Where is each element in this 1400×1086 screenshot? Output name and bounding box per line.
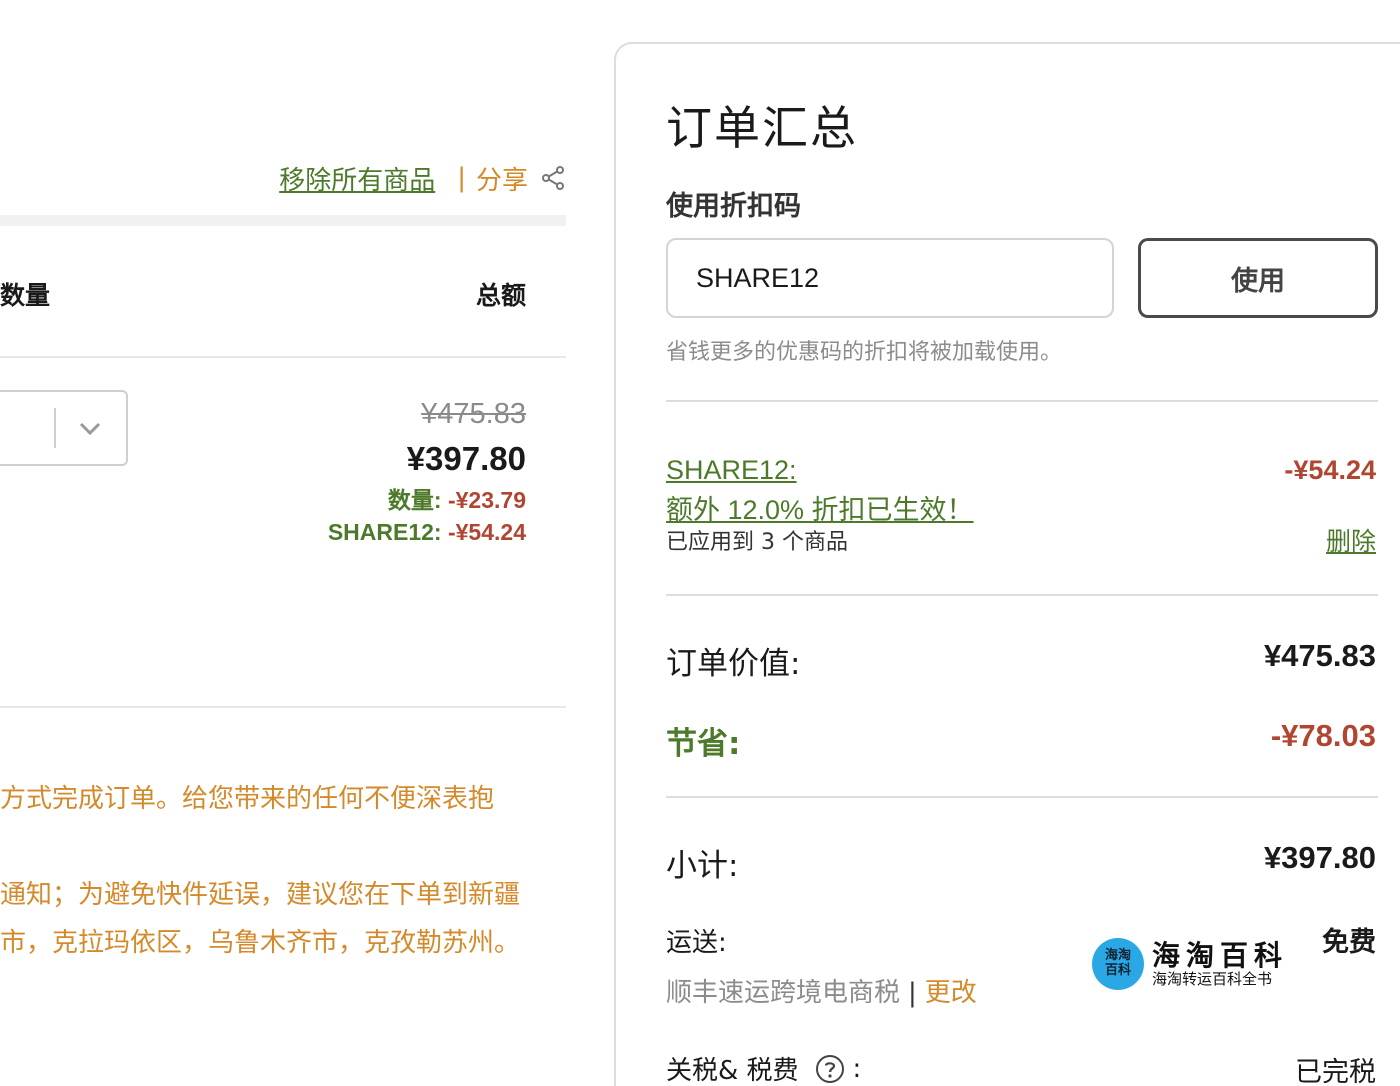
applied-code-desc: 额外 12.0% 折扣已生效！ <box>666 495 974 525</box>
current-price: ¥397.80 <box>406 440 526 477</box>
apply-coupon-button[interactable]: 使用 <box>1138 238 1378 318</box>
coupon-input[interactable] <box>666 238 1114 318</box>
shipping-method: 顺丰速运跨境电商税 | 更改 <box>666 972 977 1009</box>
coupon-label: 使用折扣码 <box>666 191 801 222</box>
applied-code-amount: -¥54.24 <box>1284 455 1376 485</box>
remove-all-link[interactable]: 移除所有商品 <box>279 160 435 197</box>
summary-divider <box>666 594 1378 596</box>
shipping-method-name: 顺丰速运跨境电商税 <box>666 978 901 1008</box>
tax-colon: : <box>852 1053 862 1084</box>
order-value: ¥475.83 <box>1263 638 1376 673</box>
table-divider <box>0 356 566 358</box>
quantity-discount: 数量: -¥23.79 <box>328 484 526 516</box>
subtotal-label: 小计: <box>666 848 739 884</box>
watermark-subtitle: 海淘转运百科全书 <box>1152 970 1273 988</box>
column-header-quantity: 数量 <box>0 281 51 310</box>
share-link[interactable]: 分享 <box>476 160 528 197</box>
tax-value: 已完税 <box>1295 1057 1376 1086</box>
tax-label-text: 关税& 税费 <box>666 1056 799 1086</box>
applied-items-note: 已应用到 3 个商品 <box>666 530 848 555</box>
savings-label: 节省: <box>666 726 741 762</box>
order-summary-panel: 订单汇总 使用折扣码 使用 省钱更多的优惠码的折扣将被加载使用。 SHARE12… <box>614 42 1400 1086</box>
shipping-value: 免费 <box>1322 927 1376 958</box>
summary-title: 订单汇总 <box>666 101 858 155</box>
select-divider <box>54 408 56 448</box>
summary-divider <box>666 796 1378 798</box>
help-icon[interactable] <box>815 1054 845 1084</box>
cart-actions: 移除所有商品 | 分享 <box>279 158 566 198</box>
original-price: ¥475.83 <box>421 398 526 430</box>
code-discount: SHARE12: -¥54.24 <box>328 516 526 548</box>
actions-separator: | <box>457 163 466 193</box>
delete-coupon-link[interactable]: 删除 <box>1326 522 1376 558</box>
cart-divider-bar <box>0 215 566 226</box>
code-discount-value: -¥54.24 <box>447 519 526 545</box>
notice-text: 方式完成订单。给您带来的任何不便深表抱 <box>0 784 495 814</box>
order-value-label: 订单价值: <box>666 646 801 682</box>
shipping-label: 运送: <box>666 928 727 958</box>
item-price-block: ¥475.83 ¥397.80 数量: -¥23.79 SHARE12: -¥5… <box>328 394 526 548</box>
applied-code-link[interactable]: SHARE12: 额外 12.0% 折扣已生效！ <box>666 450 974 530</box>
summary-divider <box>666 400 1378 402</box>
chevron-down-icon <box>79 422 101 436</box>
quantity-discount-label: 数量: <box>387 487 442 513</box>
quantity-discount-value: -¥23.79 <box>447 487 526 513</box>
tax-label: 关税& 税费 : <box>666 1050 861 1086</box>
code-discount-label: SHARE12: <box>327 519 442 545</box>
change-shipping-link[interactable]: 更改 <box>925 978 977 1008</box>
savings-value: -¥78.03 <box>1270 718 1376 753</box>
notice-text: 市，克拉玛依区，乌鲁木齐市，克孜勒苏州。 <box>0 928 521 958</box>
watermark-badge: 海淘 百科 <box>1092 938 1144 990</box>
share-icon[interactable] <box>540 165 566 191</box>
coupon-hint: 省钱更多的优惠码的折扣将被加载使用。 <box>666 340 1063 365</box>
watermark-logo: 海淘 百科 海淘百科 海淘转运百科全书 <box>1092 934 1292 994</box>
column-header-total: 总额 <box>475 281 526 310</box>
subtotal-value: ¥397.80 <box>1263 840 1376 875</box>
cart-section: 移除所有商品 | 分享 数量 总额 ¥475.83 ¥397.80 数量: -¥… <box>0 0 566 1086</box>
shipping-separator: | <box>908 978 917 1008</box>
table-divider <box>0 706 566 708</box>
applied-code-name: SHARE12: <box>666 455 797 485</box>
quantity-select[interactable] <box>0 390 128 466</box>
notice-text: 通知；为避免快件延误，建议您在下单到新疆 <box>0 880 521 910</box>
